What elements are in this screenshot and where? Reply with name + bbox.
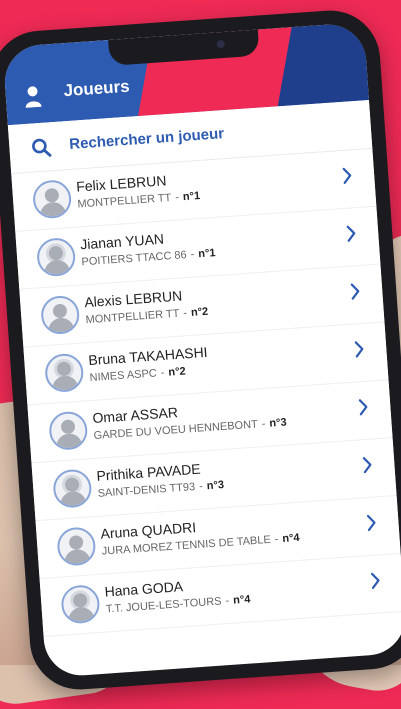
avatar-body <box>63 548 91 567</box>
page-title: Joueurs <box>62 76 131 101</box>
avatar-icon <box>39 294 81 336</box>
search-input[interactable]: Rechercher un joueur <box>69 125 225 153</box>
separator: - <box>225 594 230 608</box>
avatar-head <box>48 245 64 261</box>
player-name: Omar ASSAR <box>91 404 179 426</box>
player-name: Felix LEBRUN <box>75 172 167 195</box>
avatar-head <box>64 477 80 493</box>
player-club: SAINT-DENIS TT93 <box>97 481 196 500</box>
chevron-right-icon[interactable] <box>346 224 357 243</box>
separator: - <box>261 417 266 431</box>
player-rank: n°4 <box>281 531 301 546</box>
player-rank: n°1 <box>182 189 201 204</box>
player-name: Prithika PAVADE <box>95 460 202 484</box>
avatar-icon <box>56 526 97 567</box>
player-rank: n°3 <box>268 416 288 430</box>
player-name: Alexis LEBRUN <box>83 287 183 311</box>
player-rank: n°3 <box>206 479 225 493</box>
player-club: MONTPELLIER TT <box>85 307 180 327</box>
phone-frame: Joueurs Rechercher un joueur Felix LEBRU… <box>0 7 401 693</box>
avatar-head <box>52 303 68 319</box>
player-club: MONTPELLIER TT <box>77 191 172 211</box>
player-rank: n°2 <box>167 365 187 379</box>
player-name: Aruna QUADRI <box>100 519 197 542</box>
avatar-body <box>67 606 96 625</box>
player-list: Felix LEBRUN MONTPELLIER TT - n°1 Jianan YUA… <box>11 148 401 637</box>
avatar-head <box>56 361 72 377</box>
avatar-icon <box>31 179 73 220</box>
player-meta: NIMES ASPC - n°2 <box>89 365 186 384</box>
search-icon[interactable] <box>31 137 52 158</box>
player-club: POITIERS TTACC 86 <box>81 249 188 269</box>
player-name: Jianan YUAN <box>79 230 165 253</box>
avatar-body <box>43 259 71 278</box>
chevron-right-icon[interactable] <box>370 571 381 590</box>
player-rank: n°2 <box>190 305 209 319</box>
chevron-right-icon[interactable] <box>350 282 361 301</box>
separator: - <box>190 248 195 261</box>
camera-icon <box>216 39 225 49</box>
separator: - <box>182 307 188 320</box>
player-name: Hana GODA <box>104 578 184 600</box>
avatar-body <box>59 490 87 509</box>
avatar-icon <box>35 236 77 278</box>
avatar-body <box>51 374 79 394</box>
chevron-right-icon[interactable] <box>342 166 353 185</box>
separator: - <box>274 533 279 546</box>
chevron-right-icon[interactable] <box>358 398 369 417</box>
avatar-head <box>60 419 76 435</box>
avatar-icon <box>48 410 89 452</box>
player-rank: n°4 <box>232 593 251 607</box>
player-name: Bruna TAKAHASHI <box>87 343 209 369</box>
player-club: T.T. JOUE-LES-TOURS <box>105 595 222 616</box>
chevron-right-icon[interactable] <box>366 513 377 532</box>
player-club: NIMES ASPC <box>89 367 158 385</box>
user-icon[interactable] <box>23 85 42 108</box>
separator: - <box>160 366 165 380</box>
avatar-icon <box>60 584 101 625</box>
separator: - <box>174 191 180 204</box>
avatar-body <box>47 317 75 336</box>
chevron-right-icon[interactable] <box>362 456 373 475</box>
avatar-head <box>44 187 60 203</box>
separator: - <box>198 480 204 493</box>
avatar-body <box>39 201 67 220</box>
avatar-body <box>55 432 83 452</box>
avatar-icon <box>43 352 85 394</box>
chevron-right-icon[interactable] <box>354 340 365 359</box>
phone-screen: Joueurs Rechercher un joueur Felix LEBRU… <box>2 22 401 678</box>
avatar-head <box>72 592 88 608</box>
avatar-icon <box>52 468 93 509</box>
player-rank: n°1 <box>197 247 216 261</box>
avatar-head <box>68 534 84 550</box>
